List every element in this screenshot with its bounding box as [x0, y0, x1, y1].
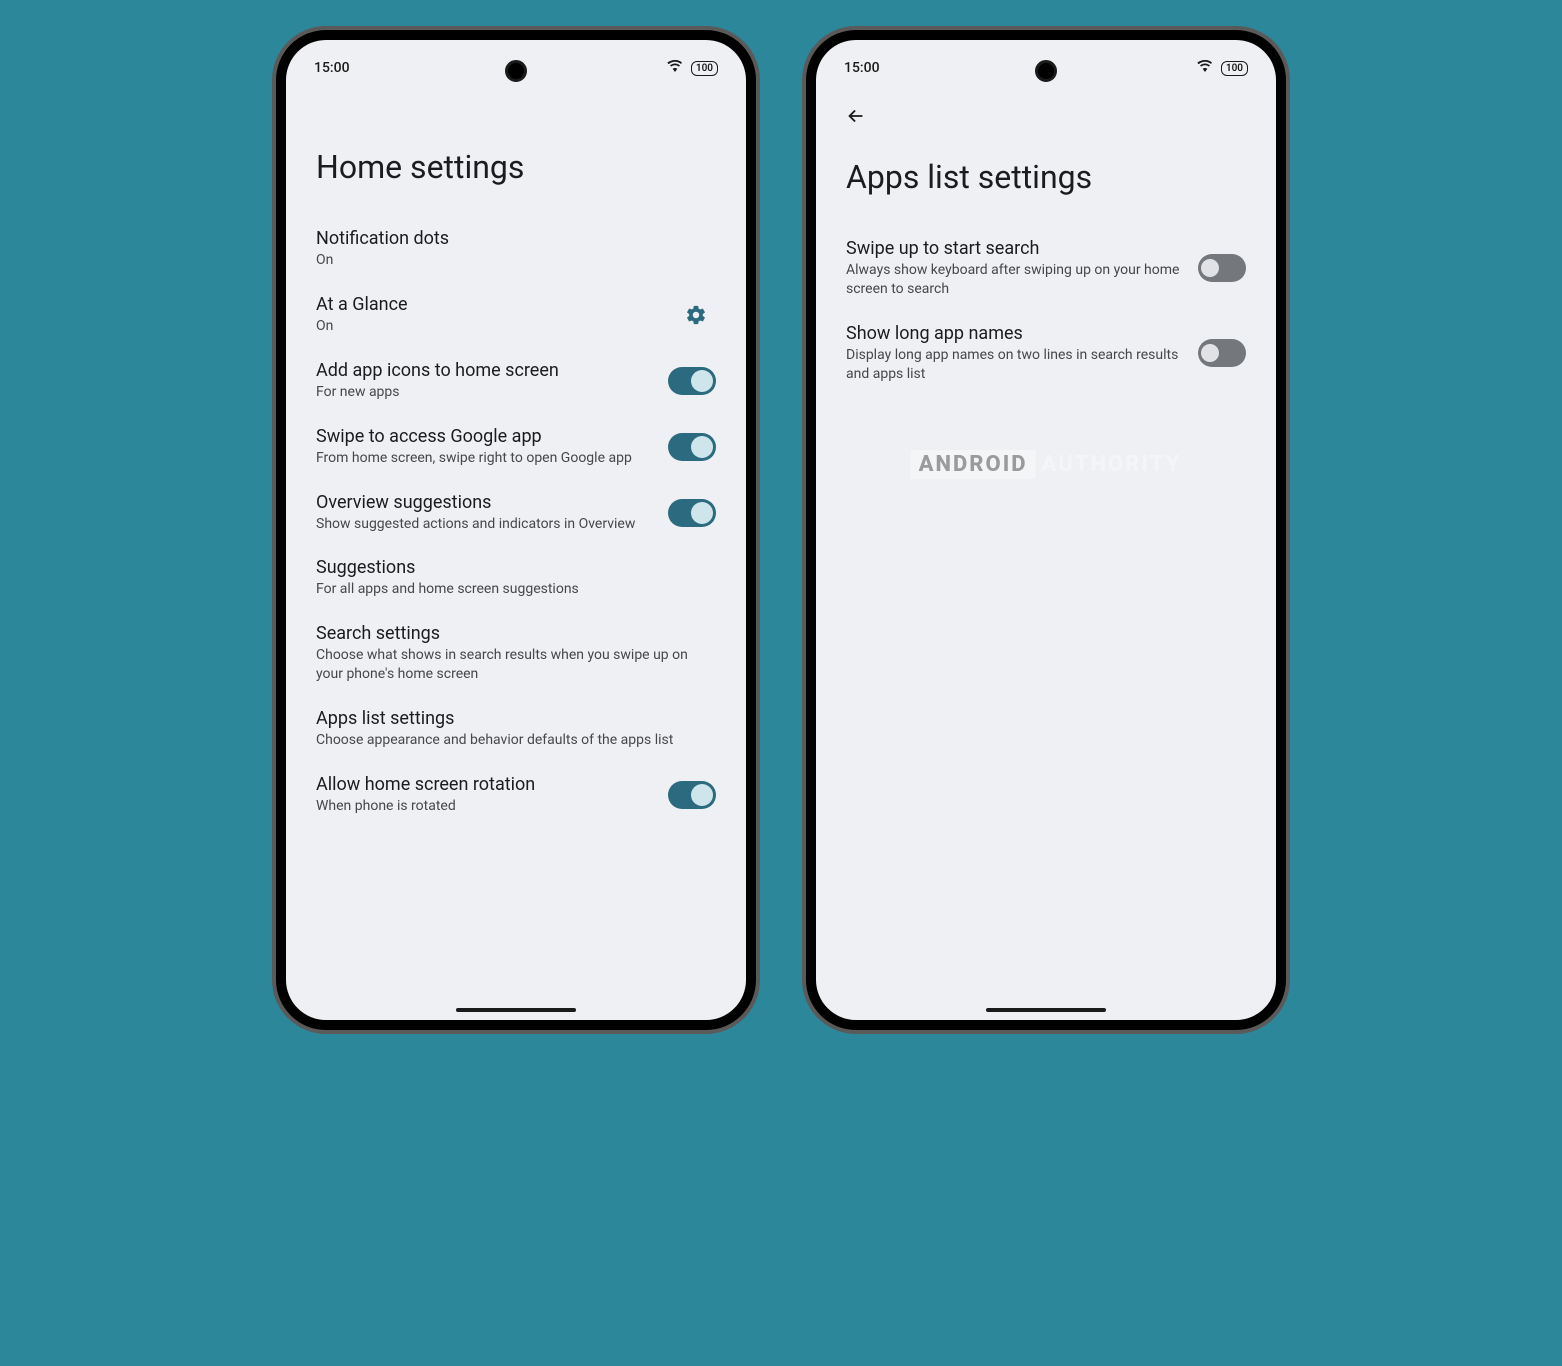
setting-title: Suggestions — [316, 557, 716, 578]
battery-icon: 100 — [1221, 61, 1248, 76]
setting-text: Swipe to access Google app From home scr… — [316, 426, 652, 468]
setting-sub: Display long app names on two lines in s… — [846, 346, 1182, 384]
setting-title: Notification dots — [316, 228, 716, 249]
setting-text: Apps list settings Choose appearance and… — [316, 708, 716, 750]
watermark-a: ANDROID — [919, 452, 1028, 477]
toggle-switch[interactable] — [668, 499, 716, 527]
watermark-b: AUTHORITY — [1042, 452, 1182, 477]
setting-title: Swipe to access Google app — [316, 426, 652, 447]
screen-left: 15:00 100 Home settings Notification dot… — [286, 40, 746, 1020]
setting-sub: From home screen, swipe right to open Go… — [316, 449, 652, 468]
setting-row[interactable]: Apps list settings Choose appearance and… — [316, 696, 716, 762]
setting-sub: When phone is rotated — [316, 797, 652, 816]
back-row — [816, 88, 1276, 128]
watermark: ANDROID AUTHORITY — [911, 450, 1182, 479]
setting-title: At a Glance — [316, 294, 660, 315]
phone-right: 15:00 100 Apps list settings Swipe up to… — [806, 30, 1286, 1030]
setting-title: Add app icons to home screen — [316, 360, 652, 381]
page-title: Home settings — [286, 88, 746, 216]
setting-title: Overview suggestions — [316, 492, 652, 513]
setting-sub: On — [316, 317, 660, 336]
gear-icon — [685, 304, 707, 326]
setting-text: Overview suggestions Show suggested acti… — [316, 492, 652, 534]
setting-row[interactable]: At a Glance On — [316, 282, 716, 348]
setting-sub: Choose appearance and behavior defaults … — [316, 731, 716, 750]
setting-row[interactable]: Suggestions For all apps and home screen… — [316, 545, 716, 611]
setting-row[interactable]: Swipe to access Google app From home scr… — [316, 414, 716, 480]
setting-title: Apps list settings — [316, 708, 716, 729]
toggle-switch[interactable] — [668, 367, 716, 395]
camera-cutout — [1035, 60, 1057, 82]
setting-row[interactable]: Show long app names Display long app nam… — [846, 311, 1246, 396]
toggle-switch[interactable] — [1198, 254, 1246, 282]
status-right: 100 — [667, 58, 718, 78]
setting-text: Suggestions For all apps and home screen… — [316, 557, 716, 599]
setting-text: Notification dots On — [316, 228, 716, 270]
setting-title: Swipe up to start search — [846, 238, 1182, 259]
wifi-icon — [1197, 58, 1213, 78]
toggle-switch[interactable] — [668, 781, 716, 809]
setting-sub: Always show keyboard after swiping up on… — [846, 261, 1182, 299]
gear-button[interactable] — [676, 295, 716, 335]
home-indicator[interactable] — [456, 1008, 576, 1012]
setting-row[interactable]: Notification dots On — [316, 216, 716, 282]
toggle-switch[interactable] — [668, 433, 716, 461]
toggle-switch[interactable] — [1198, 339, 1246, 367]
setting-row[interactable]: Add app icons to home screen For new app… — [316, 348, 716, 414]
status-right: 100 — [1197, 58, 1248, 78]
settings-list-left[interactable]: Notification dots On At a Glance On Add … — [286, 216, 746, 828]
setting-sub: For all apps and home screen suggestions — [316, 580, 716, 599]
battery-icon: 100 — [691, 61, 718, 76]
setting-text: Search settings Choose what shows in sea… — [316, 623, 716, 684]
setting-text: Add app icons to home screen For new app… — [316, 360, 652, 402]
settings-list-right[interactable]: Swipe up to start search Always show key… — [816, 226, 1276, 396]
setting-text: Allow home screen rotation When phone is… — [316, 774, 652, 816]
setting-text: At a Glance On — [316, 294, 660, 336]
phone-left: 15:00 100 Home settings Notification dot… — [276, 30, 756, 1030]
setting-row[interactable]: Overview suggestions Show suggested acti… — [316, 480, 716, 546]
setting-row[interactable]: Swipe up to start search Always show key… — [846, 226, 1246, 311]
setting-sub: Show suggested actions and indicators in… — [316, 515, 652, 534]
setting-text: Swipe up to start search Always show key… — [846, 238, 1182, 299]
home-indicator[interactable] — [986, 1008, 1106, 1012]
screen-right: 15:00 100 Apps list settings Swipe up to… — [816, 40, 1276, 1020]
setting-title: Allow home screen rotation — [316, 774, 652, 795]
page-title: Apps list settings — [816, 128, 1276, 226]
status-time: 15:00 — [844, 60, 880, 76]
setting-sub: On — [316, 251, 716, 270]
setting-title: Search settings — [316, 623, 716, 644]
status-time: 15:00 — [314, 60, 350, 76]
arrow-left-icon — [845, 105, 867, 127]
wifi-icon — [667, 58, 683, 78]
setting-sub: For new apps — [316, 383, 652, 402]
setting-title: Show long app names — [846, 323, 1182, 344]
setting-row[interactable]: Allow home screen rotation When phone is… — [316, 762, 716, 828]
setting-row[interactable]: Search settings Choose what shows in sea… — [316, 611, 716, 696]
camera-cutout — [505, 60, 527, 82]
setting-sub: Choose what shows in search results when… — [316, 646, 716, 684]
setting-text: Show long app names Display long app nam… — [846, 323, 1182, 384]
